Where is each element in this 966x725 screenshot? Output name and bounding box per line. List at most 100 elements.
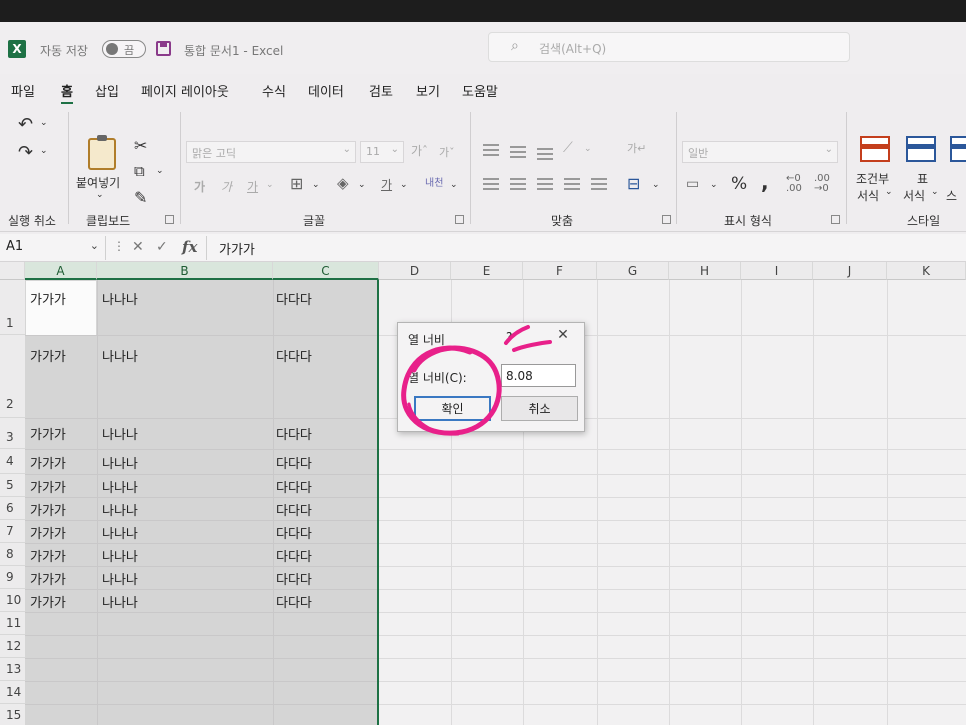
font-launcher-icon[interactable] bbox=[455, 215, 464, 224]
cell-b8[interactable]: 나나나 bbox=[98, 546, 138, 565]
borders-icon[interactable]: ⊞ bbox=[290, 174, 303, 193]
tab-formulas[interactable]: 수식 bbox=[262, 81, 286, 100]
column-width-input[interactable] bbox=[501, 364, 576, 387]
cell-b1[interactable]: 나나나 bbox=[98, 289, 138, 308]
tab-view[interactable]: 보기 bbox=[416, 81, 440, 100]
row-header-15[interactable]: 15 bbox=[0, 704, 25, 725]
cell-c8[interactable]: 다다다 bbox=[272, 546, 312, 565]
conditional-formatting-label-2[interactable]: 서식 bbox=[857, 187, 879, 204]
cell-c5[interactable]: 다다다 bbox=[272, 477, 312, 496]
decrease-decimal-icon[interactable]: .00 →0 bbox=[814, 174, 830, 194]
row-header-8[interactable]: 8 bbox=[0, 543, 25, 566]
cell-styles-icon[interactable] bbox=[950, 136, 966, 162]
align-bottom-icon[interactable] bbox=[537, 148, 553, 160]
row-header-14[interactable]: 14 bbox=[0, 681, 25, 704]
wrap-text-icon[interactable]: 가↵ bbox=[627, 140, 646, 156]
cell-a5[interactable]: 가가가 bbox=[26, 477, 66, 496]
comma-style-button[interactable]: , bbox=[761, 170, 769, 194]
italic-button[interactable]: 가 bbox=[221, 178, 232, 195]
tab-page-layout[interactable]: 페이지 레이아웃 bbox=[141, 81, 229, 100]
row-header-10[interactable]: 10 bbox=[0, 589, 25, 612]
cell-c10[interactable]: 다다다 bbox=[272, 592, 312, 611]
phonetic-dropdown-icon[interactable]: ⌄ bbox=[450, 180, 458, 190]
help-button[interactable]: ? bbox=[506, 330, 512, 344]
paste-icon[interactable] bbox=[88, 135, 116, 170]
column-header-d[interactable]: D bbox=[379, 262, 451, 280]
row-header-13[interactable]: 13 bbox=[0, 658, 25, 681]
row-header-7[interactable]: 7 bbox=[0, 520, 25, 543]
tab-home[interactable]: 홈 bbox=[61, 81, 73, 105]
align-center-icon[interactable] bbox=[510, 178, 526, 190]
font-name-combo[interactable]: 맑은 고딕 ⌄ bbox=[186, 141, 356, 163]
cell-b6[interactable]: 나나나 bbox=[98, 500, 138, 519]
save-icon[interactable] bbox=[156, 41, 171, 56]
format-as-table-icon[interactable] bbox=[906, 136, 936, 162]
select-all-corner[interactable] bbox=[0, 262, 25, 280]
tab-help[interactable]: 도움말 bbox=[462, 81, 498, 100]
underline-button[interactable]: 가 bbox=[247, 178, 258, 195]
accounting-dropdown-icon[interactable]: ⌄ bbox=[710, 180, 718, 190]
accounting-format-icon[interactable]: ▭ bbox=[686, 176, 699, 192]
cell-a2[interactable]: 가가가 bbox=[26, 346, 66, 365]
decrease-indent-icon[interactable] bbox=[564, 178, 580, 190]
row-header-11[interactable]: 11 bbox=[0, 612, 25, 635]
cancel-entry-icon[interactable]: ✕ bbox=[132, 239, 144, 255]
shrink-font-icon[interactable]: 가ˇ bbox=[439, 144, 455, 160]
cell-b3[interactable]: 나나나 bbox=[98, 424, 138, 443]
search-box[interactable]: ⌕ 검색(Alt+Q) bbox=[488, 32, 850, 62]
underline-dropdown-icon[interactable]: ⌄ bbox=[266, 180, 274, 190]
row-header-1[interactable]: 1 bbox=[0, 280, 25, 335]
column-header-f[interactable]: F bbox=[523, 262, 597, 280]
phonetic-icon[interactable]: 내천 bbox=[425, 174, 443, 189]
align-top-icon[interactable] bbox=[483, 144, 499, 156]
undo-dropdown-icon[interactable]: ⌄ bbox=[40, 118, 48, 128]
redo-icon[interactable]: ↷ bbox=[18, 142, 33, 163]
paste-button[interactable]: 붙여넣기 bbox=[76, 174, 120, 191]
format-as-table-label-2[interactable]: 서식 bbox=[903, 187, 925, 204]
merge-center-icon[interactable]: ⊟ bbox=[627, 174, 640, 193]
borders-dropdown-icon[interactable]: ⌄ bbox=[312, 180, 320, 190]
column-header-g[interactable]: G bbox=[597, 262, 669, 280]
redo-dropdown-icon[interactable]: ⌄ bbox=[40, 146, 48, 156]
cell-c1[interactable]: 다다다 bbox=[272, 289, 312, 308]
cell-a4[interactable]: 가가가 bbox=[26, 453, 66, 472]
column-header-a[interactable]: A bbox=[25, 262, 97, 280]
row-header-12[interactable]: 12 bbox=[0, 635, 25, 658]
format-as-table-label[interactable]: 표 bbox=[917, 170, 928, 187]
column-header-c[interactable]: C bbox=[273, 262, 379, 280]
tab-review[interactable]: 검토 bbox=[369, 81, 393, 100]
cell-a6[interactable]: 가가가 bbox=[26, 500, 66, 519]
font-size-combo[interactable]: 11 ⌄ bbox=[360, 141, 404, 163]
cell-a7[interactable]: 가가가 bbox=[26, 523, 66, 542]
column-header-b[interactable]: B bbox=[97, 262, 273, 280]
row-header-9[interactable]: 9 bbox=[0, 566, 25, 589]
tab-file[interactable]: 파일 bbox=[11, 81, 35, 100]
clipboard-launcher-icon[interactable] bbox=[165, 215, 174, 224]
cell-a3[interactable]: 가가가 bbox=[26, 424, 66, 443]
fill-dropdown-icon[interactable]: ⌄ bbox=[358, 180, 366, 190]
column-header-h[interactable]: H bbox=[669, 262, 741, 280]
close-icon[interactable]: ✕ bbox=[553, 327, 573, 345]
percent-button[interactable]: % bbox=[731, 174, 747, 194]
grow-font-icon[interactable]: 가ˆ bbox=[411, 142, 428, 159]
increase-indent-icon[interactable] bbox=[591, 178, 607, 190]
bold-button[interactable]: 가 bbox=[194, 178, 205, 195]
align-middle-icon[interactable] bbox=[510, 146, 526, 158]
tab-data[interactable]: 데이터 bbox=[308, 81, 344, 100]
column-header-j[interactable]: J bbox=[813, 262, 887, 280]
number-launcher-icon[interactable] bbox=[831, 215, 840, 224]
tab-insert[interactable]: 삽입 bbox=[95, 81, 119, 100]
name-box[interactable]: A1 ⌄ bbox=[0, 236, 106, 260]
cut-icon[interactable]: ✂ bbox=[134, 136, 147, 155]
cell-c4[interactable]: 다다다 bbox=[272, 453, 312, 472]
cell-b4[interactable]: 나나나 bbox=[98, 453, 138, 472]
orientation-dropdown-icon[interactable]: ⌄ bbox=[584, 144, 592, 154]
table-dropdown-icon[interactable]: ⌄ bbox=[931, 187, 939, 197]
cell-c7[interactable]: 다다다 bbox=[272, 523, 312, 542]
cell-a8[interactable]: 가가가 bbox=[26, 546, 66, 565]
cancel-button[interactable]: 취소 bbox=[501, 396, 578, 421]
cell-a1[interactable]: 가가가 bbox=[26, 289, 66, 308]
alignment-launcher-icon[interactable] bbox=[662, 215, 671, 224]
cell-b5[interactable]: 나나나 bbox=[98, 477, 138, 496]
row-header-4[interactable]: 4 bbox=[0, 449, 25, 474]
